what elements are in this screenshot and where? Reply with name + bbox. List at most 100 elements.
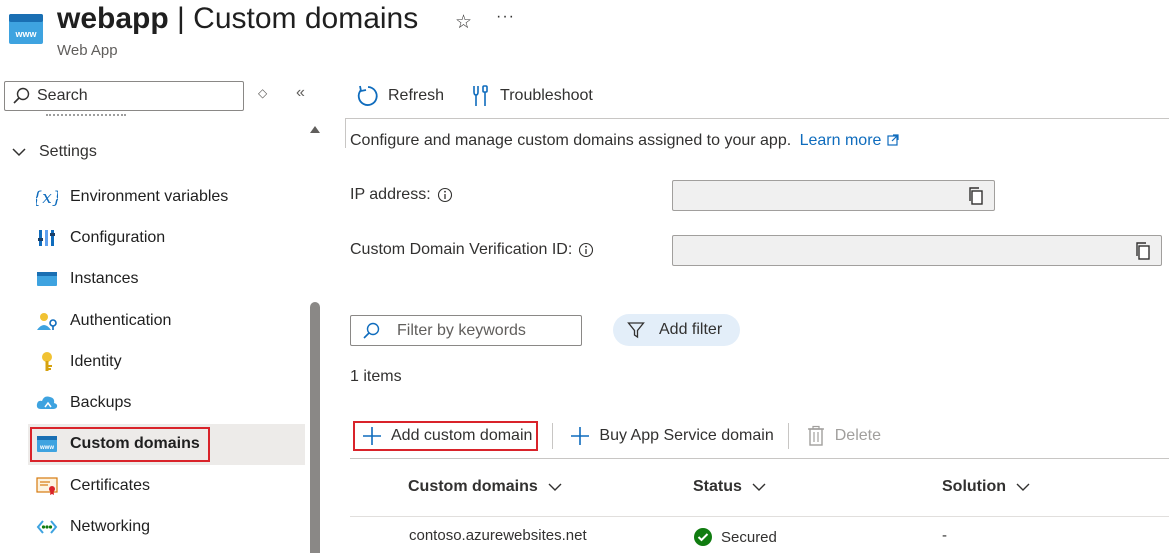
page-description: Configure and manage custom domains assi… <box>350 132 900 150</box>
sidebar-item-identity[interactable]: Identity <box>28 341 305 382</box>
more-options-icon[interactable]: ··· <box>496 8 515 26</box>
sidebar-item-networking[interactable]: Networking <box>28 506 305 547</box>
copy-icon[interactable] <box>1133 241 1153 261</box>
sidebar-item-label: Networking <box>70 518 151 536</box>
learn-more-label: Learn more <box>799 132 882 149</box>
info-icon[interactable] <box>578 242 594 258</box>
add-filter-label: Add filter <box>659 321 723 338</box>
expand-collapse-icon[interactable]: ◇ <box>258 86 267 100</box>
copy-icon[interactable] <box>966 186 986 206</box>
ip-address-label-text: IP address: <box>350 186 431 203</box>
trash-icon <box>807 425 824 446</box>
status-value: Secured <box>721 528 777 546</box>
solution-value: - <box>942 527 947 544</box>
external-link-icon <box>887 134 900 146</box>
buy-app-service-domain-button[interactable]: Buy App Service domain <box>569 420 774 452</box>
filter-icon <box>627 322 645 339</box>
item-count: 1 items <box>350 368 402 385</box>
page-name: Custom domains <box>193 2 419 35</box>
favorite-star-icon[interactable]: ☆ <box>455 11 472 34</box>
add-custom-domain-label: Add custom domain <box>391 427 533 444</box>
instances-icon <box>36 268 58 290</box>
add-custom-domain-button[interactable]: Add custom domain <box>353 421 539 451</box>
chevron-down-icon <box>12 148 26 157</box>
ip-address-field[interactable] <box>672 180 995 211</box>
networking-icon <box>36 516 58 538</box>
troubleshoot-label: Troubleshoot <box>500 87 593 104</box>
cut-off-menu-item <box>6 112 296 120</box>
filter-keywords-input[interactable] <box>397 321 567 340</box>
authentication-icon <box>36 310 58 332</box>
backups-icon <box>36 392 58 414</box>
identity-icon <box>36 351 58 373</box>
scrollbar-thumb[interactable] <box>310 302 320 553</box>
content-left-border <box>345 118 346 148</box>
filter-input-container[interactable] <box>350 315 582 346</box>
sidebar-nav: {x} Environment variables Configuration … <box>28 176 305 548</box>
sidebar-item-label: Identity <box>70 352 122 370</box>
ip-address-label: IP address: <box>350 186 453 204</box>
app-name: webapp <box>57 2 169 35</box>
sidebar-item-label: Authentication <box>70 311 172 329</box>
collapse-sidebar-icon[interactable]: « <box>296 84 305 102</box>
troubleshoot-button[interactable]: Troubleshoot <box>468 84 593 108</box>
sidebar-item-certificates[interactable]: Certificates <box>28 465 305 506</box>
learn-more-link[interactable]: Learn more <box>800 132 900 149</box>
troubleshoot-icon <box>473 85 488 106</box>
add-filter-button[interactable]: Add filter <box>613 314 740 346</box>
verification-id-label-text: Custom Domain Verification ID: <box>350 241 573 258</box>
refresh-icon <box>357 85 378 106</box>
description-text: Configure and manage custom domains assi… <box>350 132 792 149</box>
sidebar-item-label: Certificates <box>70 476 151 494</box>
sidebar-item-label: Environment variables <box>70 187 229 205</box>
column-header-custom-domains[interactable]: Custom domains <box>408 478 564 496</box>
verification-id-field[interactable] <box>672 235 1162 266</box>
plus-icon <box>571 427 590 445</box>
table-cell-status: Secured <box>693 527 777 547</box>
configuration-icon <box>36 227 58 249</box>
delete-button[interactable]: Delete <box>805 420 881 452</box>
sidebar-item-label: Configuration <box>70 228 166 246</box>
sidebar-item-custom-domains[interactable]: www Custom domains <box>28 423 305 466</box>
refresh-button[interactable]: Refresh <box>356 84 444 108</box>
table-cell-domain[interactable]: contoso.azurewebsites.net <box>409 527 587 544</box>
search-icon <box>363 322 380 339</box>
column-header-label: Status <box>693 478 742 495</box>
table-top-divider <box>350 458 1169 459</box>
svg-text:www: www <box>14 29 37 39</box>
settings-group-label: Settings <box>39 143 97 160</box>
column-header-label: Solution <box>942 478 1006 495</box>
toolbar-divider <box>346 118 1169 119</box>
sidebar-item-authentication[interactable]: Authentication <box>28 300 305 341</box>
verification-id-label: Custom Domain Verification ID: <box>350 241 594 259</box>
svg-text:{x}: {x} <box>36 188 58 207</box>
table-cell-solution: - <box>942 527 947 544</box>
column-header-solution[interactable]: Solution <box>942 478 1032 496</box>
title-separator: | <box>168 2 194 35</box>
column-header-status[interactable]: Status <box>693 478 768 496</box>
sidebar-item-environment-variables[interactable]: {x} Environment variables <box>28 176 305 217</box>
plus-icon <box>363 427 381 445</box>
info-icon[interactable] <box>437 187 453 203</box>
web-app-icon: www <box>9 14 43 44</box>
settings-group[interactable]: Settings <box>10 143 97 161</box>
check-circle-icon <box>694 528 712 546</box>
table-actions: Add custom domain Buy App Service domain… <box>353 420 881 452</box>
scroll-up-arrow-icon[interactable] <box>310 126 320 133</box>
sidebar-item-backups[interactable]: Backups <box>28 382 305 423</box>
sidebar-item-configuration[interactable]: Configuration <box>28 217 305 258</box>
page-title: webapp | Custom domains <box>57 2 418 36</box>
highlight-box <box>30 426 210 462</box>
sidebar-item-instances[interactable]: Instances <box>28 259 305 300</box>
certificates-icon <box>36 475 58 497</box>
delete-label: Delete <box>834 427 881 444</box>
chevron-down-icon <box>548 483 562 491</box>
sidebar-search-input[interactable]: Search <box>4 81 244 111</box>
refresh-label: Refresh <box>388 87 445 104</box>
action-separator <box>787 423 789 449</box>
chevron-down-icon <box>1016 483 1030 491</box>
chevron-down-icon <box>752 483 766 491</box>
domain-value: contoso.azurewebsites.net <box>409 527 587 544</box>
command-bar: Refresh Troubleshoot <box>356 80 617 112</box>
sidebar-item-label: Instances <box>70 270 139 288</box>
